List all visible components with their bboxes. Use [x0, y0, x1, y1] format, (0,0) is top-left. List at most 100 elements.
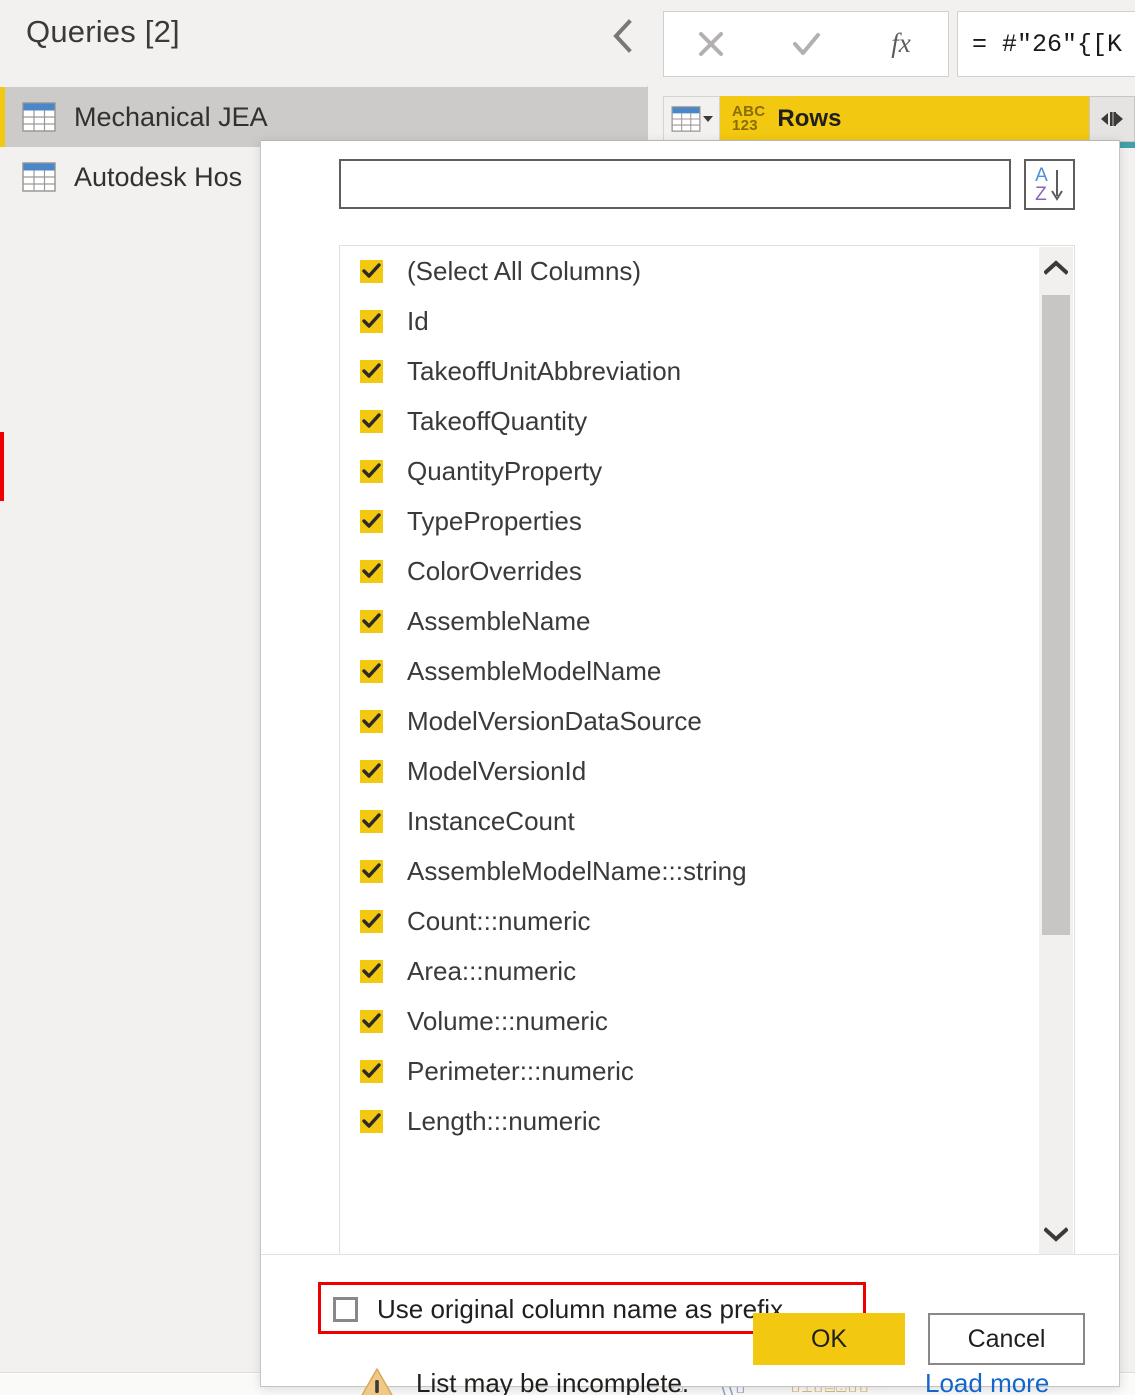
abc123-icon: ABC 123	[732, 105, 765, 134]
column-list-item[interactable]: Perimeter:::numeric	[340, 1046, 1040, 1096]
power-query-editor: Queries [2] Mechanical JEA	[0, 0, 1135, 1395]
column-list-item[interactable]: ModelVersionId	[340, 746, 1040, 796]
formula-action-group: fx	[663, 11, 949, 77]
columns-list-inner: (Select All Columns) Id TakeoffUnitAbbrevi…	[340, 246, 1040, 1254]
fx-icon[interactable]: fx	[853, 12, 948, 76]
expand-columns-icon[interactable]	[1089, 96, 1135, 142]
column-list-item-label: TypeProperties	[407, 506, 582, 537]
checkbox-checked-icon	[360, 1110, 383, 1133]
checkbox-checked-icon	[360, 460, 383, 483]
column-list-item[interactable]: AssembleModelName	[340, 646, 1040, 696]
chevron-left-icon[interactable]	[600, 14, 644, 58]
warning-triangle-icon	[356, 1367, 398, 1395]
column-list-item[interactable]: TakeoffQuantity	[340, 396, 1040, 446]
formula-input[interactable]: = #"26"{[K	[957, 11, 1135, 77]
load-more-link[interactable]: Load more	[925, 1368, 1049, 1395]
column-list-item-label: ColorOverrides	[407, 556, 582, 587]
incomplete-list-warning: List may be incomplete. Load more	[261, 1363, 1121, 1395]
svg-text:fx: fx	[891, 28, 911, 58]
column-list-item-label: (Select All Columns)	[407, 256, 641, 287]
sort-letter-a: A	[1035, 166, 1048, 185]
x-icon[interactable]	[664, 12, 759, 76]
column-header-label: Rows	[777, 105, 841, 133]
column-list-item[interactable]: TypeProperties	[340, 496, 1040, 546]
checkbox-checked-icon	[360, 260, 383, 283]
column-list-item[interactable]: Id	[340, 296, 1040, 346]
columns-list-scrollbar[interactable]	[1039, 247, 1073, 1255]
checkbox-unchecked-icon	[333, 1297, 358, 1322]
scrollbar-thumb[interactable]	[1042, 295, 1070, 935]
table-icon	[22, 102, 56, 132]
column-list-item[interactable]: InstanceCount	[340, 796, 1040, 846]
column-list-item-label: InstanceCount	[407, 806, 575, 837]
column-list-item[interactable]: ColorOverrides	[340, 546, 1040, 596]
column-list-item-label: Perimeter:::numeric	[407, 1056, 634, 1087]
column-list-item[interactable]: AssembleName	[340, 596, 1040, 646]
column-list-item-label: Length:::numeric	[407, 1106, 601, 1137]
column-list-item[interactable]: (Select All Columns)	[340, 246, 1040, 296]
expand-columns-dialog: A Z (Select All Columns) Id TakeoffUnitAbb…	[260, 140, 1120, 1387]
checkbox-checked-icon	[360, 660, 383, 683]
query-item-label: Mechanical JEA	[74, 102, 268, 133]
ok-button[interactable]: OK	[753, 1313, 905, 1365]
checkbox-checked-icon	[360, 710, 383, 733]
column-list-item-label: Volume:::numeric	[407, 1006, 608, 1037]
checkbox-checked-icon	[360, 860, 383, 883]
chevron-up-icon[interactable]	[1039, 251, 1073, 285]
column-header-rows[interactable]: ABC 123 Rows	[720, 96, 1089, 142]
column-list-item-label: TakeoffQuantity	[407, 406, 587, 437]
column-list-item-label: AssembleName	[407, 606, 591, 637]
use-original-prefix-label: Use original column name as prefix	[377, 1294, 783, 1325]
query-item-label: Autodesk Hos	[74, 162, 242, 193]
query-list-item-mechanical-jea[interactable]: Mechanical JEA	[0, 87, 648, 147]
column-list-item-label: ModelVersionId	[407, 756, 586, 787]
column-list-item[interactable]: ModelVersionDataSource	[340, 696, 1040, 746]
column-list-item[interactable]: Volume:::numeric	[340, 996, 1040, 1046]
checkbox-checked-icon	[360, 510, 383, 533]
column-list-item[interactable]: AssembleModelName:::string	[340, 846, 1040, 896]
annotation-edge-mark	[0, 432, 4, 501]
column-list-item-label: QuantityProperty	[407, 456, 602, 487]
column-list-item-label: Area:::numeric	[407, 956, 576, 987]
column-list-item[interactable]: TakeoffUnitAbbreviation	[340, 346, 1040, 396]
checkbox-checked-icon	[360, 960, 383, 983]
column-list-item-label: TakeoffUnitAbbreviation	[407, 356, 681, 387]
checkbox-checked-icon	[360, 610, 383, 633]
checkbox-checked-icon	[360, 810, 383, 833]
column-list-item[interactable]: Count:::numeric	[340, 896, 1040, 946]
sort-letter-z: Z	[1035, 185, 1048, 204]
checkbox-checked-icon	[360, 760, 383, 783]
checkbox-checked-icon	[360, 1060, 383, 1083]
checkbox-checked-icon	[360, 310, 383, 333]
column-header-strip: ABC 123 Rows	[663, 96, 1135, 142]
checkbox-checked-icon	[360, 360, 383, 383]
cancel-button[interactable]: Cancel	[928, 1313, 1085, 1365]
column-list-item-label: AssembleModelName	[407, 656, 661, 687]
column-list-item-label: ModelVersionDataSource	[407, 706, 702, 737]
table-dropdown-icon[interactable]	[663, 96, 720, 142]
columns-list[interactable]: (Select All Columns) Id TakeoffUnitAbbrevi…	[339, 245, 1075, 1255]
checkbox-checked-icon	[360, 560, 383, 583]
use-original-prefix-checkbox[interactable]: Use original column name as prefix	[333, 1291, 783, 1327]
queries-pane-title: Queries [2]	[26, 14, 180, 50]
abc123-bottom: 123	[732, 119, 765, 133]
dialog-separator	[261, 1254, 1121, 1255]
column-list-item-label: AssembleModelName:::string	[407, 856, 747, 887]
checkbox-checked-icon	[360, 1010, 383, 1033]
formula-text: = #"26"{[K	[972, 30, 1122, 59]
warning-text: List may be incomplete.	[416, 1368, 689, 1395]
chevron-down-icon[interactable]	[1039, 1217, 1073, 1251]
checkbox-checked-icon	[360, 410, 383, 433]
chevron-down-icon	[703, 115, 713, 123]
queries-pane-header: Queries [2]	[0, 0, 648, 86]
check-icon[interactable]	[759, 12, 854, 76]
sort-az-icon[interactable]: A Z	[1024, 159, 1075, 210]
column-list-item[interactable]: Area:::numeric	[340, 946, 1040, 996]
column-list-item[interactable]: Length:::numeric	[340, 1096, 1040, 1146]
table-icon	[22, 162, 56, 192]
column-list-item-label: Id	[407, 306, 429, 337]
checkbox-checked-icon	[360, 910, 383, 933]
search-input[interactable]	[339, 159, 1011, 209]
dialog-search-row: A Z	[261, 141, 1121, 229]
column-list-item[interactable]: QuantityProperty	[340, 446, 1040, 496]
